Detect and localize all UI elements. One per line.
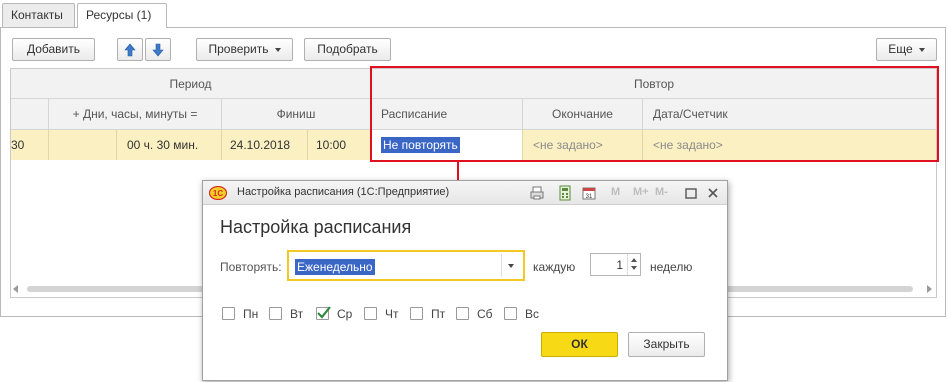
interval-stepper[interactable]: 1 <box>590 253 641 276</box>
header-repeat: Повтор <box>371 69 936 99</box>
increment-icon[interactable] <box>631 258 637 262</box>
schedule-dialog: 1C Настройка расписания (1С:Предприятие)… <box>202 180 728 381</box>
checkbox-fri[interactable] <box>410 307 423 320</box>
checkbox-sun[interactable] <box>504 307 517 320</box>
schedule-cell[interactable]: Не повторять <box>371 130 523 160</box>
checkbox-sat-label: Сб <box>477 307 493 321</box>
calculator-icon[interactable] <box>557 185 573 201</box>
header-date-counter[interactable]: Дата/Счетчик <box>643 99 936 130</box>
header-schedule[interactable]: Расписание <box>371 99 523 130</box>
repeat-select[interactable]: Еженедельно <box>287 250 525 281</box>
repeat-select-value: Еженедельно <box>295 259 375 275</box>
header-period: Период <box>11 69 371 99</box>
header-end[interactable]: Окончание <box>523 99 643 130</box>
svg-text:1C: 1C <box>213 189 223 198</box>
checkbox-wed[interactable] <box>316 306 331 320</box>
checkbox-tue-label: Вт <box>290 307 304 321</box>
checkbox-sat[interactable] <box>456 307 469 320</box>
dialog-titlebar: 1C Настройка расписания (1С:Предприятие)… <box>203 181 727 205</box>
svg-text:31: 31 <box>586 194 593 200</box>
checkbox-thu[interactable] <box>364 307 377 320</box>
finish-time-cell[interactable]: 10:00 <box>308 130 371 160</box>
maximize-icon[interactable] <box>683 185 699 201</box>
checkbox-sun-label: Вс <box>525 307 540 321</box>
scroll-right-icon[interactable] <box>927 285 932 293</box>
unit-label: неделю <box>650 260 693 274</box>
checkbox-mon[interactable] <box>222 307 235 320</box>
close-icon[interactable] <box>705 185 721 201</box>
dialog-heading: Настройка расписания <box>220 217 412 237</box>
stepper-divider <box>627 254 628 275</box>
arrow-down-icon <box>152 43 164 57</box>
move-down-button[interactable] <box>145 38 171 61</box>
duration-days-cell[interactable] <box>49 130 117 160</box>
header-start-col[interactable] <box>11 99 49 130</box>
app-logo-icon: 1C <box>209 186 227 200</box>
decrement-icon[interactable] <box>631 266 637 270</box>
checkbox-thu-label: Чт <box>385 307 399 321</box>
chevron-down-icon <box>918 47 925 52</box>
pick-button[interactable]: Подобрать <box>304 38 391 61</box>
calendar-icon[interactable]: 31 <box>581 185 597 201</box>
check-button-label: Проверить <box>208 42 269 56</box>
schedule-value: Не повторять <box>381 137 460 153</box>
arrow-up-icon <box>124 43 136 57</box>
check-button[interactable]: Проверить <box>196 38 293 61</box>
checkbox-tue[interactable] <box>269 307 282 320</box>
select-divider <box>501 254 502 277</box>
checkbox-wed-label: Ср <box>337 307 353 321</box>
close-button[interactable]: Закрыть <box>628 332 705 357</box>
more-button[interactable]: Еще <box>876 38 937 61</box>
tab-resources[interactable]: Ресурсы (1) <box>77 3 167 28</box>
memory-add-button[interactable]: M+ <box>633 186 649 198</box>
print-icon[interactable] <box>529 185 545 201</box>
chevron-down-icon[interactable] <box>508 264 514 268</box>
header-finish[interactable]: Финиш <box>222 99 371 130</box>
scroll-left-icon[interactable] <box>13 285 18 293</box>
table-row[interactable]: 30 00 ч. 30 мин. 24.10.2018 10:00 Не пов… <box>11 130 936 160</box>
header-duration[interactable]: + Дни, часы, минуты = <box>49 99 222 130</box>
move-up-button[interactable] <box>117 38 143 61</box>
date-counter-cell[interactable]: <не задано> <box>643 130 936 160</box>
ok-button[interactable]: ОК <box>541 332 618 357</box>
end-cell[interactable]: <не задано> <box>523 130 643 160</box>
start-time-cell[interactable]: 30 <box>11 130 49 160</box>
interval-value: 1 <box>616 258 623 272</box>
tab-contacts[interactable]: Контакты <box>2 3 75 27</box>
more-button-label: Еще <box>888 42 913 56</box>
memory-subtract-button[interactable]: M- <box>655 186 668 198</box>
checkbox-fri-label: Пт <box>431 307 446 321</box>
checkbox-mon-label: Пн <box>243 307 259 321</box>
every-label: каждую <box>533 260 576 274</box>
add-button[interactable]: Добавить <box>12 38 95 61</box>
dialog-window-title: Настройка расписания (1С:Предприятие) <box>237 186 450 198</box>
memory-button[interactable]: M <box>611 186 620 198</box>
checkmark-icon <box>317 306 331 319</box>
repeat-label: Повторять: <box>220 260 282 274</box>
finish-date-cell[interactable]: 24.10.2018 <box>222 130 308 160</box>
chevron-down-icon <box>274 47 281 52</box>
duration-cell[interactable]: 00 ч. 30 мин. <box>117 130 222 160</box>
